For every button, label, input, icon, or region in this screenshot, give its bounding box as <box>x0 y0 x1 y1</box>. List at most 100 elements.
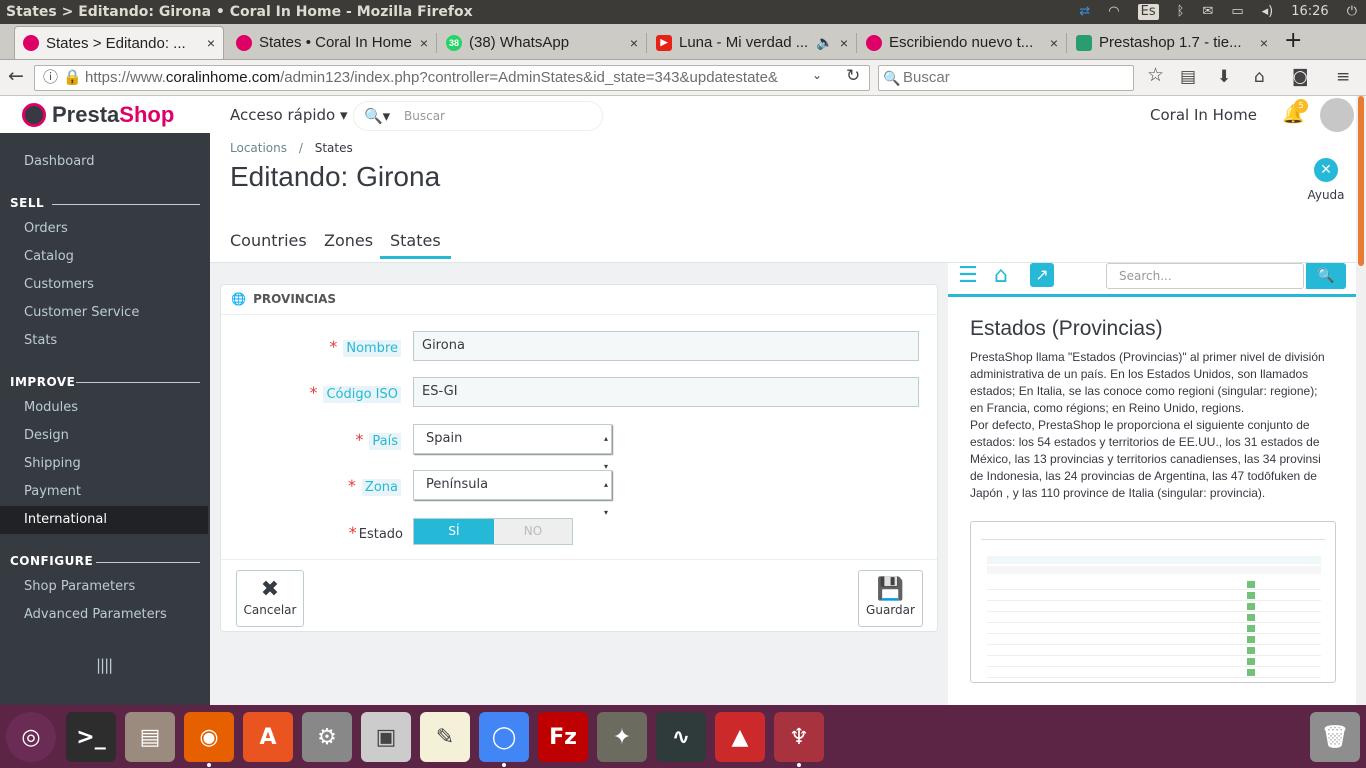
collapse-sidebar-icon[interactable]: |||| <box>96 656 113 674</box>
sidebar-item-dashboard[interactable]: Dashboard <box>0 148 208 176</box>
back-icon[interactable]: ← <box>8 65 24 87</box>
page-scrollbar[interactable] <box>1356 96 1366 705</box>
system-tray: ⇄ ◠ Es ᛒ ✉ ▭ ◂) 16:26 ⏻ <box>1070 0 1366 24</box>
zone-select[interactable]: Península ▴ ▾ <box>413 470 612 517</box>
keyboard-layout-badge[interactable]: Es <box>1137 4 1159 20</box>
help-label: Ayuda <box>1307 188 1345 202</box>
url-bar[interactable]: ⓘ 🔒 https://www.coralinhome.com/admin123… <box>34 65 870 91</box>
teamviewer-icon[interactable]: ⇄ <box>1079 0 1090 24</box>
iso-code-input[interactable]: ES-GI <box>413 377 919 407</box>
prestashop-logo[interactable]: PrestaShop <box>0 96 210 133</box>
software-center-icon[interactable]: A <box>243 712 293 762</box>
home-icon[interactable]: ⌂ <box>1254 67 1265 87</box>
breadcrumb-states[interactable]: States <box>315 141 353 155</box>
wifi-icon[interactable]: ◠ <box>1108 0 1119 24</box>
terminal-icon[interactable]: >_ <box>66 712 116 762</box>
browser-search-input[interactable]: 🔍 Buscar <box>878 65 1134 91</box>
help-search-input[interactable]: Search... <box>1106 263 1304 289</box>
save-button[interactable]: 💾 Guardar <box>858 570 923 627</box>
mail-icon[interactable]: ✉ <box>1202 0 1213 24</box>
power-icon[interactable]: ⏻ <box>1347 0 1357 24</box>
mini-row <box>987 646 1321 656</box>
help-search-button[interactable]: 🔍 <box>1306 263 1346 289</box>
tab-countries[interactable]: Countries <box>230 231 307 256</box>
tab-youtube[interactable]: ▶ Luna - Mi verdad ... 🔈 × <box>648 26 856 59</box>
close-tab-icon[interactable]: × <box>1050 35 1058 51</box>
close-tab-icon[interactable]: × <box>630 35 638 51</box>
sidebar-item-customers[interactable]: Customers <box>0 271 208 299</box>
reload-icon[interactable]: ↻ <box>846 66 860 86</box>
gimp-icon[interactable]: ✦ <box>597 712 647 762</box>
employee-avatar[interactable] <box>1320 98 1354 132</box>
cancel-button[interactable]: ✖ Cancelar <box>236 570 304 627</box>
status-yes-option[interactable]: SÍ <box>414 519 494 544</box>
required-mark: * <box>329 337 338 356</box>
list-icon[interactable]: ☰ <box>958 263 978 288</box>
remote-desktop-icon[interactable]: ▣ <box>361 712 411 762</box>
sidebar-item-shipping[interactable]: Shipping <box>0 450 208 478</box>
sidebar-item-stats[interactable]: Stats <box>0 327 208 355</box>
breadcrumb-locations[interactable]: Locations <box>230 141 287 155</box>
close-tab-icon[interactable]: × <box>840 35 848 51</box>
dropdown-arrow-icon[interactable]: ⌄ <box>812 68 822 82</box>
status-toggle[interactable]: SÍ NO <box>413 518 573 545</box>
admin-search-input[interactable]: 🔍▾ Buscar <box>353 101 603 131</box>
filezilla-icon[interactable]: Fz <box>538 712 588 762</box>
tab-states[interactable]: States <box>380 231 451 259</box>
download-icon[interactable]: ⬇ <box>1217 67 1231 87</box>
reading-list-icon[interactable]: ▤ <box>1180 67 1196 87</box>
close-tab-icon[interactable]: × <box>207 35 215 51</box>
sidebar-item-catalog[interactable]: Catalog <box>0 243 208 271</box>
site-info-icon[interactable]: ⓘ <box>43 66 58 90</box>
pocket-icon[interactable]: ◙ <box>1292 67 1309 87</box>
country-select[interactable]: Spain ▴ ▾ <box>413 424 612 471</box>
game-icon[interactable]: ▲ <box>715 712 765 762</box>
wine-icon[interactable]: ♆ <box>774 712 824 762</box>
search-icon[interactable]: 🔍▾ <box>364 107 390 125</box>
sidebar-item-shop-parameters[interactable]: Shop Parameters <box>0 573 208 601</box>
settings-icon[interactable]: ⚙ <box>302 712 352 762</box>
close-tab-icon[interactable]: × <box>420 35 428 51</box>
files-icon[interactable]: ▤ <box>125 712 175 762</box>
battery-icon[interactable]: ▭ <box>1231 0 1243 24</box>
shop-name-link[interactable]: Coral In Home <box>1150 106 1257 124</box>
admin-header: Acceso rápido ▾ 🔍▾ Buscar Coral In Home … <box>210 96 1356 133</box>
sidebar-item-advanced-parameters[interactable]: Advanced Parameters <box>0 601 208 629</box>
tab-whatsapp[interactable]: 38 (38) WhatsApp × <box>438 26 646 59</box>
ubuntu-logo-icon[interactable]: ◎ <box>6 712 56 762</box>
trash-icon[interactable]: 🗑 <box>1310 712 1360 762</box>
clock[interactable]: 16:26 <box>1291 0 1328 24</box>
sidebar-item-payment[interactable]: Payment <box>0 478 208 506</box>
volume-icon[interactable]: ◂) <box>1262 0 1274 24</box>
tab-prestashop-store[interactable]: Prestashop 1.7 - tie... × <box>1068 26 1276 59</box>
tab-states-edit[interactable]: States > Editando: ... × <box>14 26 224 59</box>
chromium-icon[interactable]: ◯ <box>479 712 529 762</box>
sidebar-item-international[interactable]: International <box>0 506 208 534</box>
system-monitor-icon[interactable]: ∿ <box>656 712 706 762</box>
bookmark-star-icon[interactable]: ☆ <box>1147 64 1164 86</box>
sidebar-section-improve: IMPROVE <box>10 375 76 389</box>
scrollbar-thumb[interactable] <box>1358 96 1364 266</box>
tab-states-list[interactable]: States • Coral In Home × <box>228 26 436 59</box>
tab-zones[interactable]: Zones <box>324 231 373 256</box>
close-tab-icon[interactable]: × <box>1260 35 1268 51</box>
help-button[interactable]: ✕ Ayuda <box>1306 158 1346 202</box>
bluetooth-icon[interactable]: ᛒ <box>1177 0 1185 24</box>
sidebar-item-modules[interactable]: Modules <box>0 394 208 422</box>
name-input[interactable]: Girona <box>413 331 919 361</box>
tab-strip: States > Editando: ... × States • Coral … <box>0 24 1366 60</box>
quick-access-dropdown[interactable]: Acceso rápido ▾ <box>230 106 348 124</box>
sidebar-item-design[interactable]: Design <box>0 422 208 450</box>
text-editor-icon[interactable]: ✎ <box>420 712 470 762</box>
firefox-icon[interactable]: ◉ <box>184 712 234 762</box>
speaker-icon[interactable]: 🔈 <box>816 34 833 51</box>
lock-icon[interactable]: 🔒 <box>63 66 82 90</box>
sidebar-item-customer-service[interactable]: Customer Service <box>0 299 208 327</box>
status-no-option[interactable]: NO <box>494 519 572 544</box>
external-link-icon[interactable]: ↗ <box>1030 263 1054 287</box>
tab-writing-topic[interactable]: Escribiendo nuevo t... × <box>858 26 1066 59</box>
new-tab-button[interactable]: + <box>1284 28 1302 53</box>
home-icon[interactable]: ⌂ <box>994 263 1008 288</box>
sidebar-item-orders[interactable]: Orders <box>0 215 208 243</box>
menu-icon[interactable]: ≡ <box>1336 67 1350 87</box>
